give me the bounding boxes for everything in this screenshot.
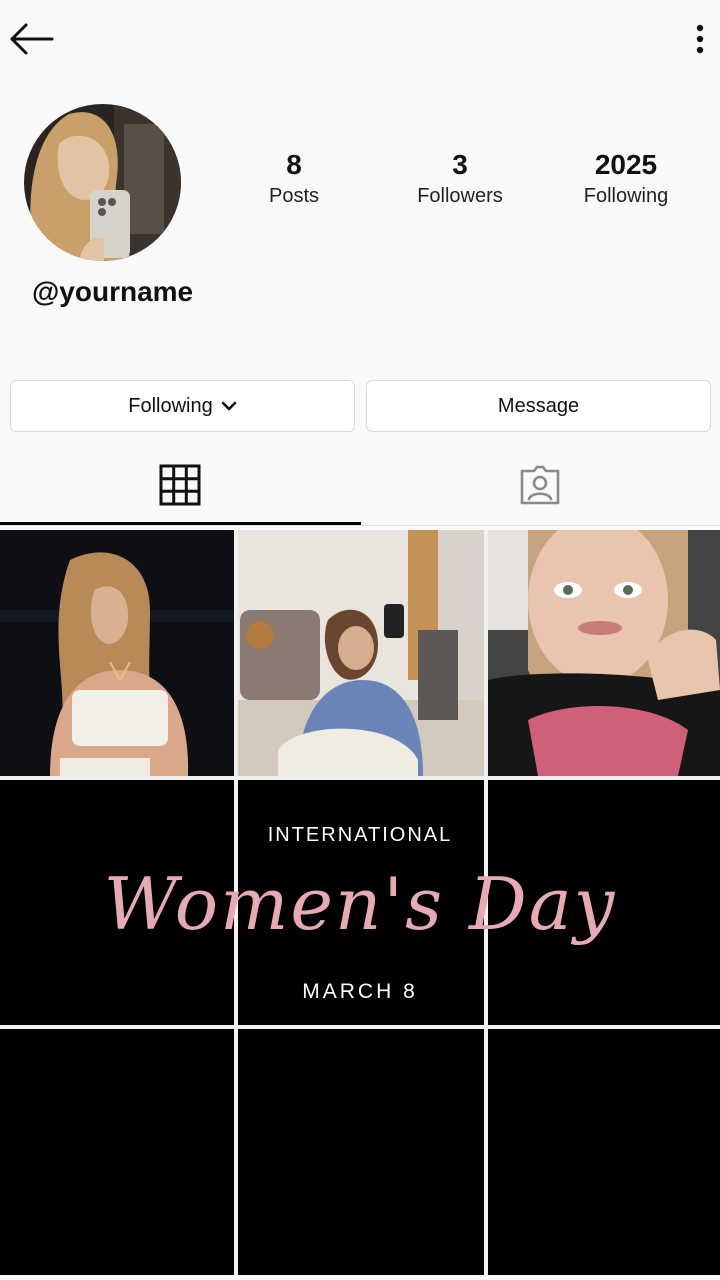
post-thumbnail[interactable]	[0, 530, 234, 776]
post-photo-selfie	[488, 530, 720, 776]
following-button[interactable]: Following	[10, 380, 355, 432]
tab-divider	[0, 525, 720, 526]
posts-stat[interactable]: 8 Posts	[224, 148, 364, 210]
tab-tagged[interactable]	[360, 446, 720, 524]
following-button-label: Following	[128, 394, 213, 417]
username: @yourname	[32, 276, 194, 307]
tab-grid[interactable]	[0, 446, 360, 524]
following-stat[interactable]: 2025 Following	[556, 148, 696, 210]
post-thumbnail[interactable]	[238, 780, 484, 1025]
post-thumbnail[interactable]	[488, 1029, 720, 1275]
posts-label: Posts	[268, 185, 320, 207]
post-grid: INTERNATIONAL Women's Day MARCH 8	[0, 530, 720, 1275]
posts-count: 8	[286, 149, 302, 180]
avatar[interactable]	[24, 104, 181, 261]
more-options-button[interactable]	[686, 18, 714, 62]
following-count: 2025	[594, 149, 658, 180]
following-label: Following	[583, 185, 669, 207]
arrow-left-icon	[10, 23, 54, 55]
top-bar	[0, 0, 720, 80]
post-thumbnail[interactable]	[488, 530, 720, 776]
post-thumbnail[interactable]	[238, 1029, 484, 1275]
post-thumbnail[interactable]	[0, 780, 234, 1025]
post-photo-room	[238, 530, 484, 776]
followers-label: Followers	[417, 185, 503, 207]
followers-stat[interactable]: 3 Followers	[390, 148, 530, 210]
chevron-down-icon	[221, 401, 237, 411]
followers-count: 3	[452, 149, 468, 180]
post-thumbnail[interactable]	[488, 780, 720, 1025]
post-thumbnail[interactable]	[238, 530, 484, 776]
profile-photo	[24, 104, 181, 261]
more-vertical-icon	[696, 24, 704, 54]
message-button-label: Message	[497, 394, 580, 417]
post-thumbnail[interactable]	[0, 1029, 234, 1275]
tagged-person-icon	[520, 465, 560, 505]
post-photo-night	[0, 530, 234, 776]
grid-icon	[159, 464, 201, 506]
back-button[interactable]	[8, 18, 56, 62]
message-button[interactable]: Message	[366, 380, 711, 432]
